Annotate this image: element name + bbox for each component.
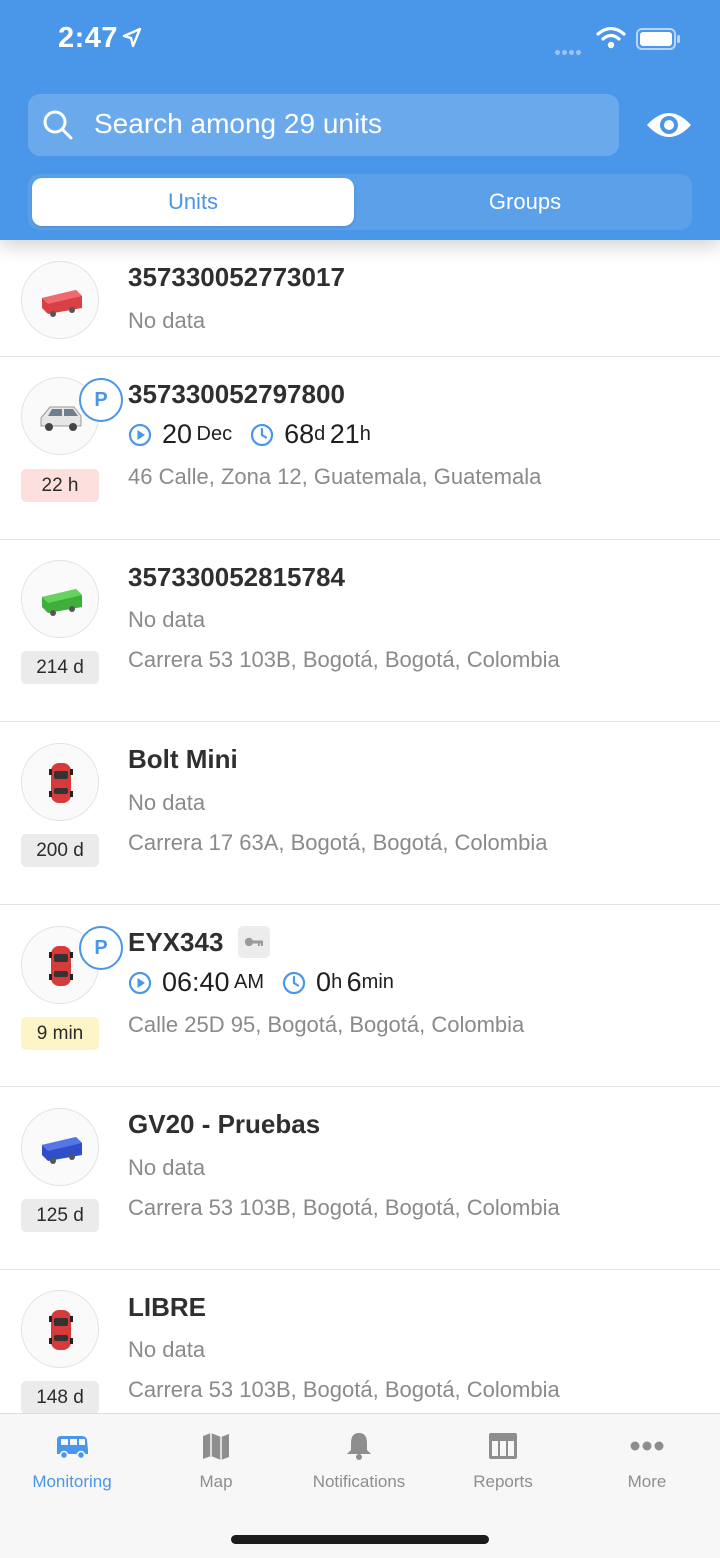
unit-name: LIBRE [128,1292,206,1322]
unit-status: No data [128,607,206,632]
unit-status: No data [128,308,206,333]
unit-address: Carrera 53 103B, Bogotá, Bogotá, Colombi… [128,1195,560,1220]
duration-hours: 21 [329,419,360,449]
eye-icon[interactable] [645,106,693,144]
unit-avatar [21,743,99,821]
last-message-badge: 200 d [21,834,99,867]
battery-icon [636,28,680,50]
duration-hours-unit: h [359,423,371,445]
unit-row[interactable]: 148 d LIBRE No data Carrera 53 103B, Bog… [0,1270,720,1413]
unit-row[interactable]: 357330052773017 No data [0,240,720,357]
unit-address: Carrera 53 103B, Bogotá, Bogotá, Colombi… [128,647,560,672]
tab-label: Reports [473,1472,533,1491]
duration-hours: 0 [316,967,332,997]
last-message-badge: 22 h [21,469,99,502]
unit-name: Bolt Mini [128,744,238,774]
unit-row[interactable]: 200 d Bolt Mini No data Carrera 17 63A, … [0,722,720,905]
unit-row[interactable]: P 9 min EYX343 06:40 AM 0h 6min Calle 25D… [0,905,720,1087]
unit-row[interactable]: 214 d 357330052815784 No data Carrera 53… [0,540,720,722]
parking-start-month: Dec [196,423,233,445]
tab-label: Monitoring [32,1472,112,1491]
tab-units[interactable]: Units [32,178,354,226]
unit-name: GV20 - Pruebas [128,1109,321,1139]
unit-status: No data [128,790,206,815]
status-time: 2:47 [58,22,119,54]
tab-reports[interactable]: Reports [431,1430,575,1492]
parking-stats: 06:40 AM 0h 6min [128,967,394,1001]
unit-address: Calle 25D 95, Bogotá, Bogotá, Colombia [128,1012,525,1037]
last-message-badge: 125 d [21,1199,99,1232]
map-icon [203,1433,229,1460]
location-arrow-icon [122,27,142,48]
unit-address: Carrera 17 63A, Bogotá, Bogotá, Colombia [128,830,548,855]
clock-icon [282,971,306,994]
parking-stats: 20 Dec 68d 21h [128,419,371,453]
monitoring-screen: 2:47 Search among 29 units Units Groups … [0,0,720,1558]
unit-avatar [21,560,99,638]
play-circle-icon [128,971,152,994]
unit-address: Carrera 53 103B, Bogotá, Bogotá, Colombi… [128,1377,560,1402]
duration-hours-unit: h [331,971,343,993]
unit-avatar [21,261,99,339]
home-indicator [231,1535,489,1544]
search-icon [43,110,73,140]
unit-status: No data [128,1337,206,1362]
parking-status-badge: P [79,926,123,970]
tab-more[interactable]: More [575,1430,719,1492]
last-message-badge: 9 min [21,1017,99,1050]
parking-status-badge: P [79,378,123,422]
ignition-key-icon [238,926,270,958]
tab-label: Map [199,1472,233,1491]
red-car-icon [49,763,73,803]
tab-monitoring[interactable]: Monitoring [0,1430,144,1492]
green-trailer-icon [42,589,82,616]
red-car-icon [49,1310,73,1350]
unit-name: EYX343 [128,927,224,957]
status-bar: 2:47 [0,0,720,80]
duration-minutes: 6 [346,967,362,997]
search-input[interactable]: Search among 29 units [28,94,619,156]
unit-row[interactable]: 125 d GV20 - Pruebas No data Carrera 53 … [0,1087,720,1270]
play-circle-icon [128,423,152,446]
parking-start-time: 06:40 [162,967,230,997]
van-icon [57,1436,88,1460]
tab-groups[interactable]: Groups [364,178,686,226]
header: 2:47 Search among 29 units Units Groups [0,0,720,240]
parking-start-day: 20 [162,419,193,449]
duration-days-unit: d [314,423,326,445]
unit-address: 46 Calle, Zona 12, Guatemala, Guatemala [128,464,542,489]
ellipsis-icon [630,1441,664,1451]
tab-label: Notifications [312,1472,406,1491]
wifi-icon [596,26,626,49]
duration-days: 68 [284,419,315,449]
unit-avatar [21,1290,99,1368]
unit-row[interactable]: P 22 h 357330052797800 20 Dec 68d 21h 46 … [0,357,720,540]
cellular-signal-icon [555,42,583,60]
bell-icon [347,1433,371,1460]
blue-trailer-icon [42,1137,82,1164]
table-icon [489,1433,517,1459]
last-message-badge: 148 d [21,1381,99,1413]
tab-label: More [627,1472,667,1491]
unit-avatar [21,1108,99,1186]
unit-name: 357330052797800 [128,379,345,409]
unit-name: 357330052773017 [128,262,345,292]
tab-notifications[interactable]: Notifications [287,1430,431,1492]
last-message-badge: 214 d [21,651,99,684]
units-list: 357330052773017 No data P 22 h 357330052… [0,240,720,1413]
search-placeholder: Search among 29 units [94,108,382,139]
tab-map[interactable]: Map [144,1430,288,1492]
units-groups-segmented-control: Units Groups [28,174,692,230]
parking-start-ampm: AM [234,971,265,993]
unit-name: 357330052815784 [128,562,345,592]
duration-minutes-unit: min [361,971,394,993]
clock-icon [250,423,274,446]
red-trailer-icon [42,290,82,317]
unit-status: No data [128,1155,206,1180]
